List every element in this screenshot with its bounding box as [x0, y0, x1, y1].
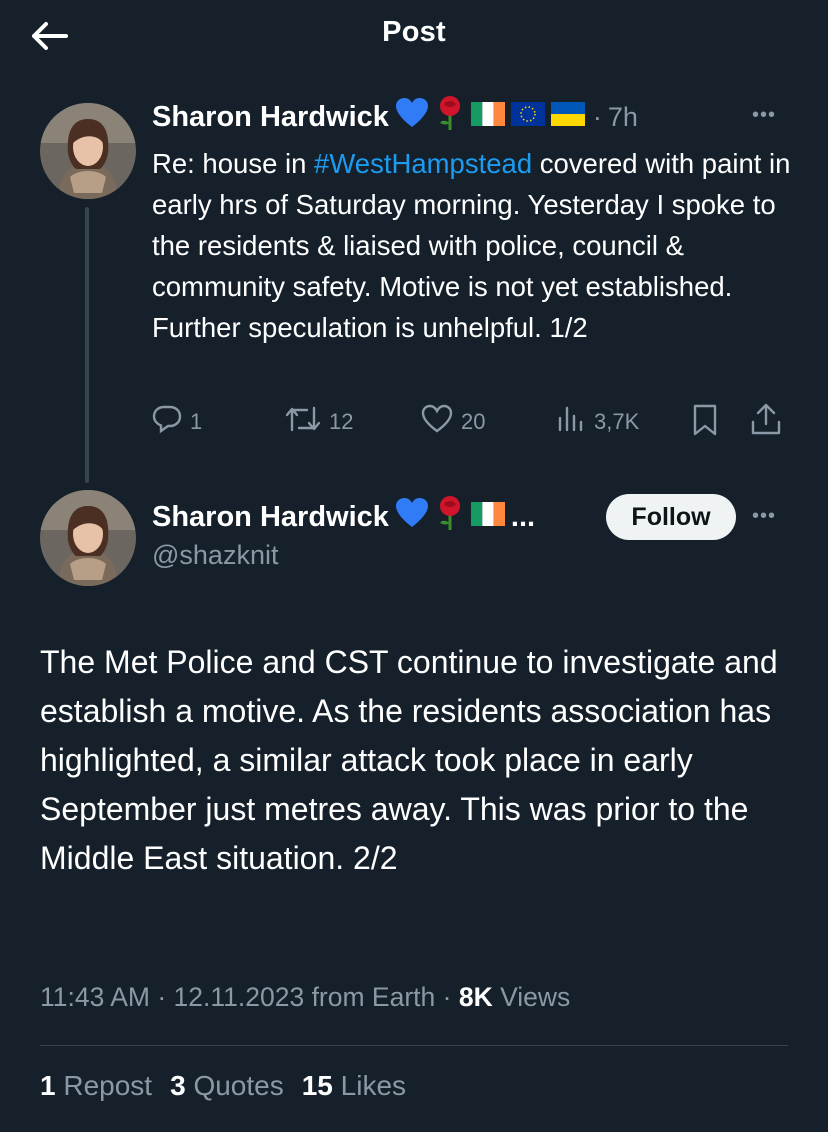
quotes-stat[interactable]: 3 Quotes: [170, 1070, 284, 1102]
ukraine-flag-icon: [550, 101, 585, 134]
page-title: Post: [382, 16, 446, 48]
avatar[interactable]: [40, 103, 136, 199]
tweet-time[interactable]: 7h: [608, 102, 638, 133]
ireland-flag-icon: [470, 101, 505, 134]
follow-button[interactable]: Follow: [606, 494, 736, 540]
avatar[interactable]: [40, 490, 136, 586]
tweet-metadata: 11:43 AM · 12.11.2023 from Earth · 8K Vi…: [40, 982, 570, 1013]
like-button[interactable]: 20: [421, 404, 485, 440]
bookmark-icon: [692, 404, 718, 442]
views-count: 8K: [458, 982, 493, 1012]
views-button[interactable]: 3,7K: [556, 404, 639, 440]
like-icon: [421, 404, 453, 440]
repost-button[interactable]: 12: [285, 404, 353, 440]
more-icon[interactable]: •••: [752, 505, 776, 528]
ireland-flag-icon: [470, 501, 505, 534]
reply-tweet-text: Re: house in #WestHampstead covered with…: [152, 148, 791, 343]
rose-icon: [435, 95, 465, 139]
author-name[interactable]: Sharon Hardwick: [152, 501, 389, 534]
eu-flag-icon: [510, 101, 545, 134]
blue-heart-icon: [395, 497, 429, 537]
hashtag-link[interactable]: #WestHampstead: [314, 148, 532, 179]
author-name[interactable]: Sharon Hardwick: [152, 101, 389, 134]
rose-icon: [435, 495, 465, 539]
repost-icon: [285, 404, 321, 440]
thread-line: [85, 207, 89, 483]
views-icon: [556, 404, 586, 440]
views-label: Views: [500, 982, 571, 1012]
more-icon[interactable]: •••: [752, 104, 776, 127]
main-tweet-text: The Met Police and CST continue to inves…: [40, 644, 778, 876]
share-button[interactable]: [750, 402, 782, 442]
reply-icon: [152, 404, 182, 440]
divider: [40, 1045, 788, 1046]
author-handle[interactable]: @shazknit: [152, 540, 278, 571]
engagement-stats: 1 Repost 3 Quotes 15 Likes: [40, 1070, 406, 1102]
reply-button[interactable]: 1: [152, 404, 202, 440]
likes-stat[interactable]: 15 Likes: [302, 1070, 406, 1102]
timestamp[interactable]: 11:43 AM · 12.11.2023 from Earth ·: [40, 982, 459, 1012]
name-ellipsis: ...: [510, 500, 536, 533]
blue-heart-icon: [395, 97, 429, 137]
bookmark-button[interactable]: [692, 404, 718, 442]
share-icon: [750, 402, 782, 442]
reposts-stat[interactable]: 1 Repost: [40, 1070, 152, 1102]
